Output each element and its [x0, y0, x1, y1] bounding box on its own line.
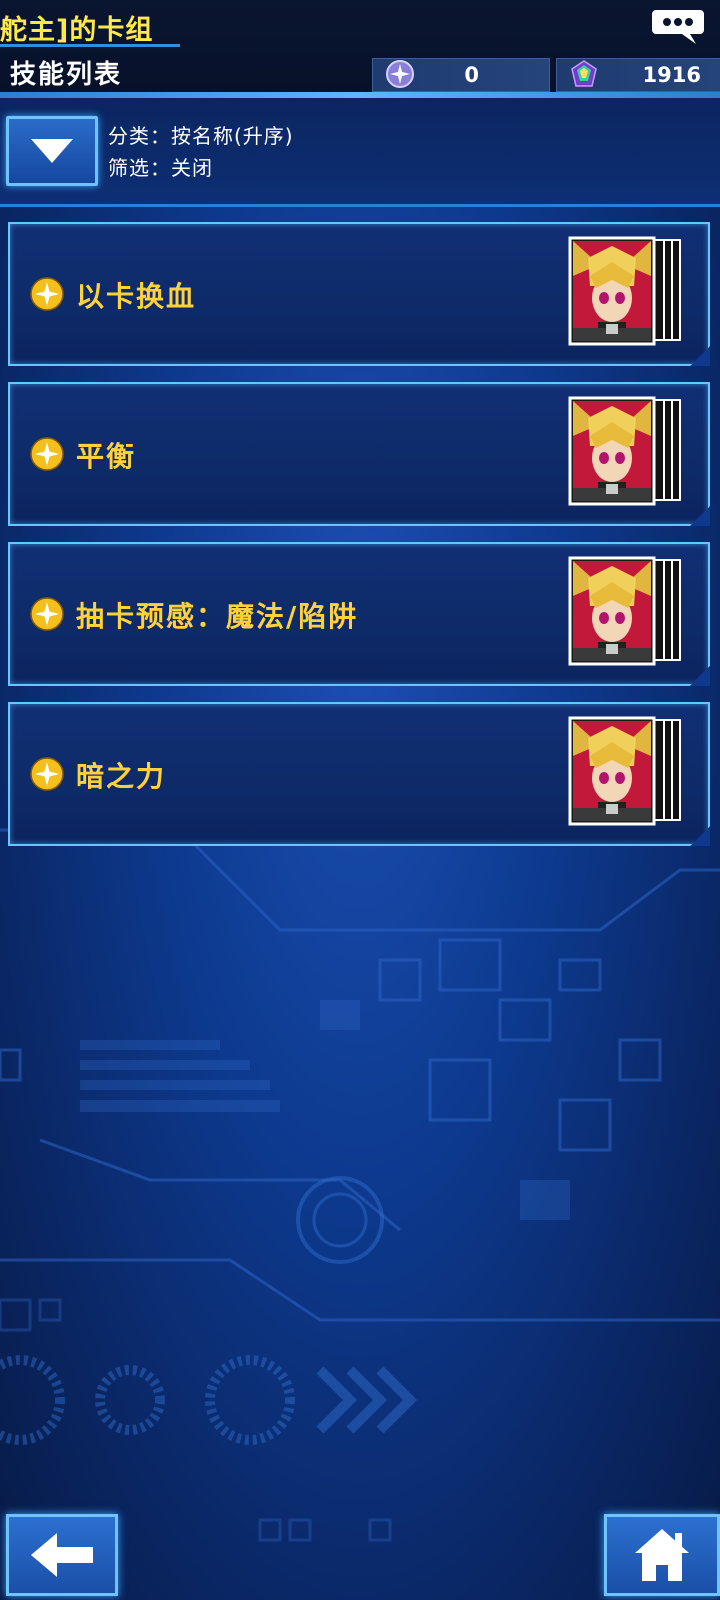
skill-item[interactable]: 平衡 — [8, 382, 710, 526]
sparkle-icon — [30, 437, 64, 471]
skill-name: 平衡 — [76, 440, 137, 473]
back-button[interactable] — [6, 1514, 118, 1596]
currency-orbs: 0 — [372, 58, 550, 92]
skill-item[interactable]: 暗之力 — [8, 702, 710, 846]
back-arrow-icon — [31, 1533, 93, 1577]
sparkle-icon — [30, 757, 64, 791]
character-portrait — [568, 556, 684, 670]
home-button[interactable] — [604, 1514, 720, 1596]
chat-icon[interactable] — [650, 6, 706, 44]
skill-item[interactable]: 以卡换血 — [8, 222, 710, 366]
deck-title: 舵主]的卡组 — [0, 15, 154, 46]
currency-gems: 1916 — [556, 58, 720, 92]
skill-item[interactable]: 抽卡预感：魔法/陷阱 — [8, 542, 710, 686]
page-title: 技能列表 — [10, 60, 123, 90]
gem-count: 1916 — [642, 63, 701, 87]
skill-name: 以卡换血 — [76, 280, 197, 313]
title-underline — [0, 44, 180, 47]
sparkle-icon — [30, 597, 64, 631]
character-portrait — [568, 716, 684, 830]
character-portrait — [568, 396, 684, 510]
chevron-down-icon — [31, 139, 73, 163]
sort-bar: 分类：按名称(升序) 筛选：关闭 — [0, 98, 720, 206]
purple-orb-icon — [385, 59, 415, 89]
home-icon — [635, 1529, 689, 1581]
sparkle-icon — [30, 277, 64, 311]
skill-name: 暗之力 — [76, 760, 167, 793]
filter-label: 筛选：关闭 — [108, 156, 213, 180]
sort-label: 分类：按名称(升序) — [108, 124, 294, 148]
character-portrait — [568, 236, 684, 350]
top-header: 舵主]的卡组 技能列表 0 1916 — [0, 0, 720, 92]
skill-name: 抽卡预感：魔法/陷阱 — [76, 600, 359, 633]
gem-icon — [569, 59, 599, 89]
sort-divider — [0, 204, 720, 207]
sort-dropdown-button[interactable] — [6, 116, 98, 186]
orb-count: 0 — [464, 63, 479, 87]
